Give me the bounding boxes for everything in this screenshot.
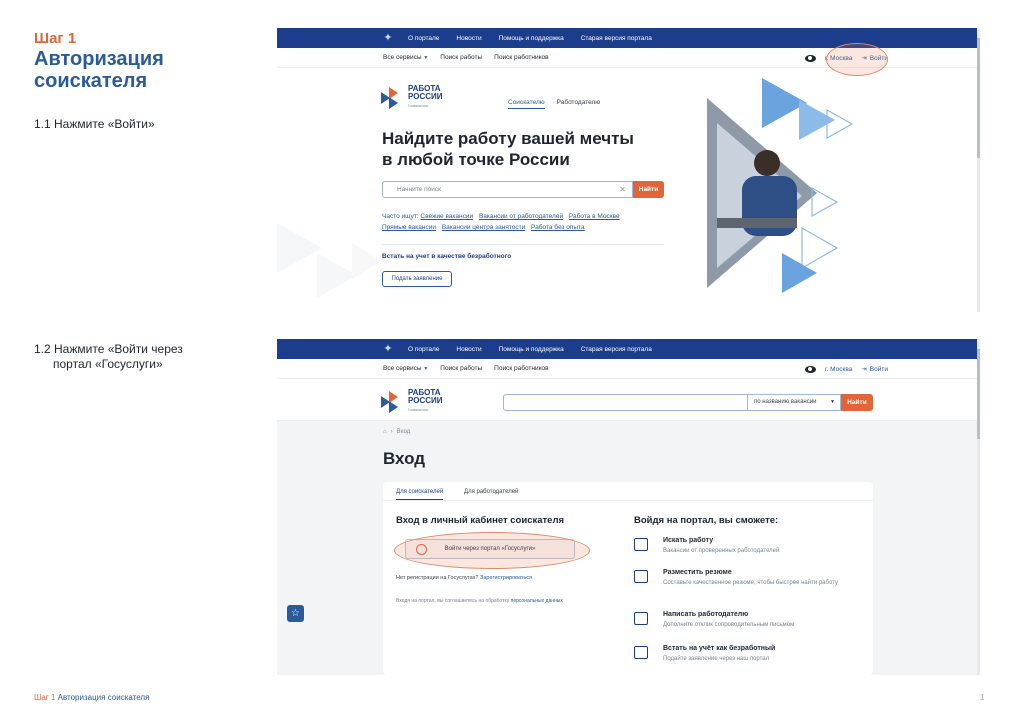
right-heading: Войдя на портал, вы сможете: bbox=[634, 515, 779, 526]
personal-data-link[interactable]: персональных данных bbox=[511, 598, 563, 604]
all-services-menu[interactable]: Все сервисы ▼ bbox=[383, 365, 428, 372]
page-title: Вход bbox=[383, 449, 426, 468]
logo-mark-icon bbox=[381, 86, 403, 109]
search-header: РАБОТА РОССИИ Госвакансии по названию вака… bbox=[277, 379, 980, 421]
resume-icon bbox=[634, 570, 648, 583]
find-workers-link[interactable]: Поиск работников bbox=[494, 54, 548, 61]
chat-icon bbox=[634, 612, 648, 625]
tab-seekers[interactable]: Для соискателей bbox=[396, 489, 444, 500]
footer: Шаг 1 Авторизация соискателя bbox=[34, 693, 149, 702]
register-link[interactable]: Зарегистрироваться bbox=[480, 575, 532, 581]
logo-mark-icon bbox=[381, 390, 403, 413]
close-icon[interactable]: ✕ bbox=[619, 182, 626, 197]
highlight-login bbox=[826, 43, 888, 76]
instruction-2-line1: 1.2 Нажмите «Войти через bbox=[34, 342, 183, 356]
emblem-icon: ✦ bbox=[383, 32, 393, 44]
emblem-icon: ✦ bbox=[383, 343, 393, 355]
topbar-link-about[interactable]: О портале bbox=[408, 35, 439, 42]
topbar-link-help[interactable]: Помощь и поддержка bbox=[499, 35, 564, 42]
hero-image bbox=[707, 78, 854, 293]
often-link[interactable]: Работа в Москве bbox=[569, 213, 620, 220]
left-heading: Вход в личный кабинет соискателя bbox=[396, 515, 565, 526]
section-heading: Авторизация соискателя bbox=[34, 48, 164, 92]
screenshot-login: ✦ О портале Новости Помощь и поддержка С… bbox=[277, 339, 980, 675]
tab-seeker[interactable]: Соискателю bbox=[508, 99, 545, 109]
topbar-link-old-version[interactable]: Старая версия портала bbox=[581, 35, 652, 42]
often-link[interactable]: Прямые вакансии bbox=[382, 224, 436, 231]
page-number: 1 bbox=[980, 693, 985, 702]
scrollbar[interactable] bbox=[977, 28, 980, 312]
portal-logo[interactable]: РАБОТА РОССИИ Госвакансии bbox=[381, 85, 443, 110]
city-selector[interactable]: г. Москва bbox=[825, 366, 852, 373]
portal-logo[interactable]: РАБОТА РОССИИ Госвакансии bbox=[381, 389, 443, 414]
find-job-link[interactable]: Поиск работы bbox=[440, 365, 482, 372]
chevron-down-icon: ▼ bbox=[830, 399, 835, 405]
briefcase-icon bbox=[634, 538, 648, 551]
no-registration-text: Нет регистрации на Госуслугах? Зарегистр… bbox=[396, 575, 533, 581]
screenshot-home: ✦ О портале Новости Помощь и поддержка С… bbox=[277, 28, 980, 312]
often-link[interactable]: Работа без опыта bbox=[531, 224, 585, 231]
decor-triangles-icon bbox=[277, 223, 382, 298]
eye-icon[interactable] bbox=[804, 365, 816, 373]
unemployed-link[interactable]: Встать на учет в качестве безработного bbox=[382, 253, 511, 260]
search-input[interactable] bbox=[503, 394, 748, 411]
login-card: Для соискателей Для работодателей Вход в… bbox=[383, 482, 873, 675]
step-label: Шаг 1 bbox=[34, 30, 77, 47]
search-input[interactable]: Начните поиск ✕ bbox=[382, 181, 633, 198]
star-icon[interactable]: ☆ bbox=[287, 605, 304, 622]
chevron-down-icon: ▼ bbox=[423, 55, 429, 61]
footer-title: Авторизация соискателя bbox=[57, 693, 150, 702]
topbar-link-news[interactable]: Новости bbox=[456, 35, 481, 42]
topbar-link-about[interactable]: О портале bbox=[408, 346, 439, 353]
apply-button[interactable]: Подать заявление bbox=[382, 271, 452, 287]
audience-tabs: Соискателю Работодателю bbox=[508, 99, 600, 109]
login-icon: ⇥ bbox=[861, 366, 867, 373]
tab-employer[interactable]: Работодателю bbox=[557, 99, 601, 109]
instruction-1: 1.1 Нажмите «Войти» bbox=[34, 117, 155, 131]
eye-icon[interactable] bbox=[804, 54, 816, 62]
agreement-text: Входя на портал, вы соглашаетесь на обра… bbox=[396, 598, 563, 604]
portal-topbar: ✦ О портале Новости Помощь и поддержка С… bbox=[277, 339, 980, 359]
topbar-link-help[interactable]: Помощь и поддержка bbox=[499, 346, 564, 353]
find-job-link[interactable]: Поиск работы bbox=[440, 54, 482, 61]
find-workers-link[interactable]: Поиск работников bbox=[494, 365, 548, 372]
login-button[interactable]: ⇥ Войти bbox=[861, 365, 888, 374]
footer-step: Шаг 1 bbox=[34, 693, 56, 702]
divider bbox=[382, 244, 664, 245]
document-icon bbox=[634, 646, 648, 659]
often-link[interactable]: Свежие вакансии bbox=[420, 213, 473, 220]
instruction-2-line2: портал «Госуслуги» bbox=[53, 357, 163, 371]
highlight-gosuslugi bbox=[394, 532, 590, 569]
search-button[interactable]: Найти bbox=[633, 181, 664, 198]
search-type-select[interactable]: по названию вакансии ▼ bbox=[748, 394, 841, 411]
often-searched: Часто ищут: Свежие вакансии Вакансии от … bbox=[382, 213, 620, 231]
scrollbar[interactable] bbox=[977, 339, 980, 675]
often-link[interactable]: Вакансии центра занятости bbox=[442, 224, 525, 231]
instruction-2: 1.2 Нажмите «Войти через портал «Госуслу… bbox=[34, 342, 234, 372]
tab-employers[interactable]: Для работодателей bbox=[464, 489, 518, 495]
all-services-menu[interactable]: Все сервисы ▼ bbox=[383, 54, 428, 61]
often-link[interactable]: Вакансии от работодателей bbox=[479, 213, 563, 220]
home-icon[interactable]: ⌂ bbox=[383, 429, 387, 435]
topbar-link-old-version[interactable]: Старая версия портала bbox=[581, 346, 652, 353]
topbar-link-news[interactable]: Новости bbox=[456, 346, 481, 353]
hero-title: Найдите работу вашей мечты в любой точке… bbox=[382, 129, 634, 169]
search-button[interactable]: Найти bbox=[841, 394, 873, 411]
portal-subbar: Все сервисы ▼ Поиск работы Поиск работни… bbox=[277, 359, 980, 379]
breadcrumb-current: Вход bbox=[396, 429, 411, 435]
breadcrumb: ⌂ › Вход bbox=[383, 429, 411, 435]
chevron-down-icon: ▼ bbox=[423, 366, 429, 372]
